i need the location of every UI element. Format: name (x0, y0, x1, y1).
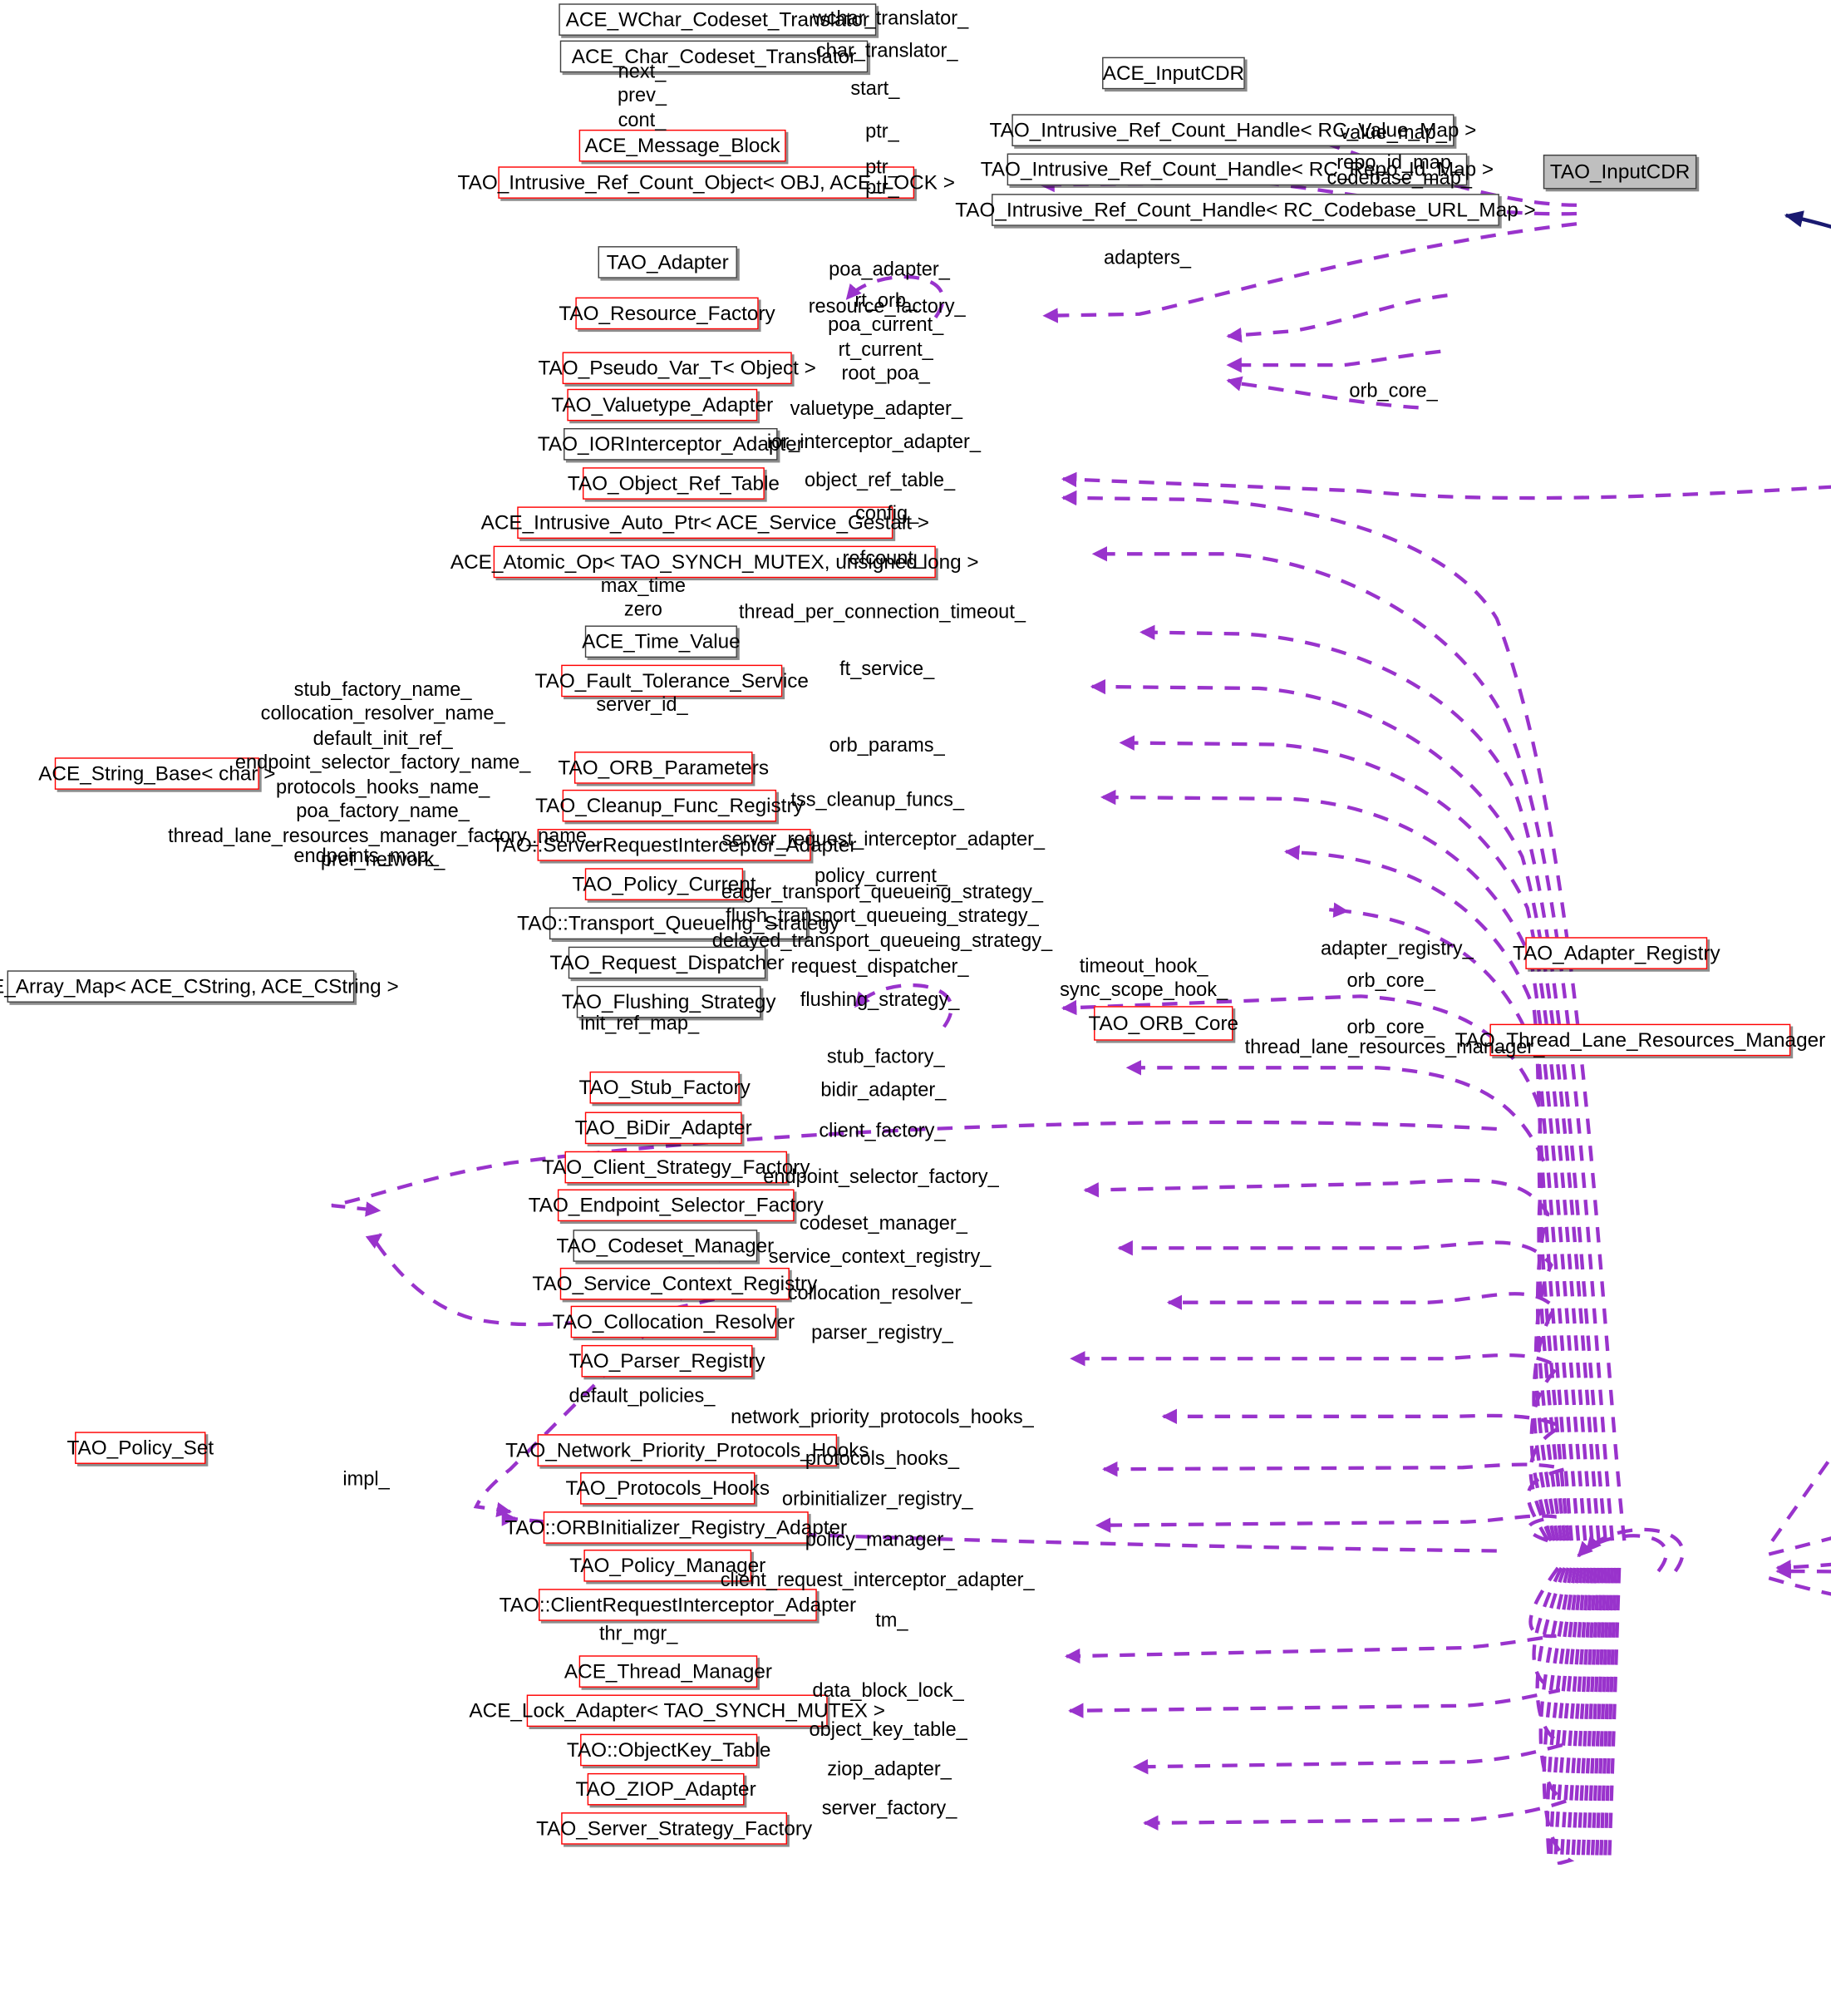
edge-label-default-policies: default_policies_ (568, 1385, 716, 1407)
node-tao-objectkey-table[interactable]: TAO::ObjectKey_Table (567, 1733, 770, 1767)
edge-label-request-dispatcher: request_dispatcher_ (790, 955, 969, 978)
node-tao-resource-factory[interactable]: TAO_Resource_Factory (559, 297, 775, 330)
edge-label-resource-factory: resource_factory_ (808, 295, 966, 318)
edge-label-codeset-manager: codeset_manager_ (799, 1212, 967, 1235)
edge-label-ptr-1: ptr_ (865, 121, 899, 143)
node-tao-irco-obj-ace-lock[interactable]: TAO_Intrusive_Ref_Count_Object< OBJ, ACE… (458, 166, 955, 199)
edge-label-client-factory: client_factory_ (819, 1120, 946, 1141)
node-tao-parser-registry[interactable]: TAO_Parser_Registry (569, 1344, 765, 1378)
edge-label-tss-cleanup-funcs: tss_cleanup_funcs_ (790, 789, 965, 811)
edge-label-ziop-adapter: ziop_adapter_ (827, 1758, 952, 1781)
node-ace-lock-adapter[interactable]: ACE_Lock_Adapter< TAO_SYNCH_MUTEX > (469, 1694, 885, 1728)
edge-label-timeout-sync-scope: timeout_hook_ sync_scope_hook_ (1060, 955, 1228, 1002)
node-tao-policy-set[interactable]: TAO_Policy_Set (66, 1432, 214, 1464)
node-tao-flushing-strategy[interactable]: TAO_Flushing_Strategy (562, 985, 776, 1018)
node-tao-ziop-adapter[interactable]: TAO_ZIOP_Adapter (576, 1772, 756, 1806)
node-ace-thread-manager[interactable]: ACE_Thread_Manager (564, 1655, 772, 1688)
edge-label-stub-factory: stub_factory_ (826, 1046, 945, 1068)
node-tao-client-strategy-factory[interactable]: TAO_Client_Strategy_Factory (542, 1151, 810, 1184)
edge-label-max-time-zero: max_time zero (600, 574, 687, 621)
edge-label-service-context-registry: service_context_registry_ (768, 1245, 992, 1268)
node-tao-endpoint-selector-factory[interactable]: TAO_Endpoint_Selector_Factory (529, 1189, 824, 1222)
edge-label-parser-registry: parser_registry_ (811, 1322, 953, 1344)
edge-label-ft-service: ft_service_ (839, 658, 935, 680)
edge-label-thr-mgr: thr_mgr_ (598, 1623, 678, 1645)
node-tao-adapter[interactable]: TAO_Adapter (598, 246, 737, 278)
edge-layer (331, 122, 1831, 1866)
node-tao-valuetype-adapter[interactable]: TAO_Valuetype_Adapter (551, 388, 773, 421)
node-ace-char-codeset-translator[interactable]: ACE_Char_Codeset_Translator (559, 40, 869, 73)
node-tao-irch-rc-value-map[interactable]: TAO_Intrusive_Ref_Count_Handle< RC_Value… (990, 114, 1476, 146)
node-tao-collocation-resolver[interactable]: TAO_Collocation_Resolver (553, 1305, 795, 1338)
edge-label-poa-adapter: poa_adapter_ (829, 259, 950, 281)
edge-label-orb-core-adapter-registry: orb_core_ (1346, 969, 1435, 992)
node-tao-fault-tolerance-service[interactable]: TAO_Fault_Tolerance_Service (535, 664, 809, 697)
edge-label-network-priority-protocols-hooks: network_priority_protocols_hooks_ (731, 1406, 1034, 1428)
node-ace-time-value[interactable]: ACE_Time_Value (582, 625, 741, 658)
edge-label-flushing-strategy: flushing_strategy_ (800, 988, 960, 1011)
node-tao-service-context-registry[interactable]: TAO_Service_Context_Registry (532, 1267, 817, 1300)
edge-label-thread-per-connection-timeout: thread_per_connection_timeout_ (738, 601, 1026, 624)
edge-label-orb-core-top: orb_core_ (1349, 380, 1438, 402)
node-tao-serverrequestinterceptor-adapter[interactable]: TAO::ServerRequestInterceptor_Adapter (492, 829, 857, 861)
node-tao-thread-lane-resources-manager[interactable]: TAO_Thread_Lane_Resources_Manager (1455, 1023, 1825, 1057)
edge-label-object-ref-table: object_ref_table_ (805, 469, 956, 491)
node-tao-clientrequestinterceptor-adapter[interactable]: TAO::ClientRequestInterceptor_Adapter (500, 1589, 856, 1621)
node-tao-iorinterceptor-adapter[interactable]: TAO_IORInterceptor_Adapter (538, 427, 804, 461)
edge-label-orbinitializer-registry: orbinitializer_registry_ (781, 1488, 973, 1511)
edge-label-policy-current: policy_current_ (814, 865, 948, 887)
node-ace-message-block[interactable]: ACE_Message_Block (578, 129, 786, 162)
edge-label-orb-core-thread-lane: orb_core_ (1346, 1016, 1435, 1038)
edge-label-impl: impl_ (342, 1468, 390, 1491)
edge-label-rt-orb-group: rt_orb_ poa_current_ rt_current_ root_po… (828, 290, 944, 385)
node-ace-string-base-char[interactable]: ACE_String_Base< char > (38, 757, 275, 790)
node-tao-bidir-adapter[interactable]: TAO_BiDir_Adapter (575, 1112, 752, 1145)
node-tao-adapter-registry[interactable]: TAO_Adapter_Registry (1513, 937, 1720, 969)
node-tao-cleanup-func-registry[interactable]: TAO_Cleanup_Func_Registry (535, 789, 804, 822)
node-tao-codeset-manager[interactable]: TAO_Codeset_Manager (556, 1230, 774, 1262)
edge-label-valuetype-adapter: valuetype_adapter_ (790, 397, 962, 420)
node-tao-object-ref-table[interactable]: TAO_Object_Ref_Table (568, 467, 780, 500)
node-ace-wchar-codeset-translator[interactable]: ACE_WChar_Codeset_Translator (559, 3, 877, 36)
node-tao-transport-queueing-strategy[interactable]: TAO::Transport_Queueing_Strategy (517, 907, 839, 940)
node-tao-orb-parameters[interactable]: TAO_ORB_Parameters (558, 752, 769, 784)
node-ace-atomic-op[interactable]: ACE_Atomic_Op< TAO_SYNCH_MUTEX, unsigned… (450, 545, 979, 579)
edge-label-orb-params: orb_params_ (829, 734, 945, 757)
edge-label-server-factory: server_factory_ (821, 1797, 957, 1820)
node-tao-server-strategy-factory[interactable]: TAO_Server_Strategy_Factory (536, 1812, 812, 1845)
edge-label-adapter-registry: adapter_registry_ (1321, 938, 1474, 960)
node-ace-intrusive-auto-ptr[interactable]: ACE_Intrusive_Auto_Ptr< ACE_Service_Gest… (481, 506, 929, 540)
edge-label-tm: tm_ (875, 1609, 908, 1632)
node-tao-irch-rc-codebase-url-map[interactable]: TAO_Intrusive_Ref_Count_Handle< RC_Codeb… (955, 194, 1536, 226)
edge-label-start: start_ (850, 78, 900, 100)
node-tao-policy-manager[interactable]: TAO_Policy_Manager (569, 1549, 765, 1582)
node-tao-pseudo-var-t-object[interactable]: TAO_Pseudo_Var_T< Object > (539, 352, 816, 385)
collaboration-diagram: ACE_WChar_Codeset_Translator ACE_Char_Co… (0, 0, 1831, 1866)
node-tao-stub-factory[interactable]: TAO_Stub_Factory (578, 1071, 751, 1104)
node-tao-protocols-hooks[interactable]: TAO_Protocols_Hooks (565, 1471, 770, 1505)
node-tao-request-dispatcher[interactable]: TAO_Request_Dispatcher (550, 946, 785, 979)
edge-label-adapters: adapters_ (1103, 247, 1191, 269)
node-tao-orb-core[interactable]: TAO_ORB_Core (1088, 1006, 1238, 1041)
node-tao-policy-current[interactable]: TAO_Policy_Current (572, 868, 756, 900)
node-tao-orbinitializer-registry-adapter[interactable]: TAO::ORBInitializer_Registry_Adapter (505, 1511, 847, 1544)
node-tao-network-priority-protocols-hooks[interactable]: TAO_Network_Priority_Protocols_Hooks (505, 1434, 869, 1466)
edge-label-bidir-adapter: bidir_adapter_ (820, 1079, 947, 1102)
node-ace-inputcdr[interactable]: ACE_InputCDR (1102, 57, 1245, 90)
node-ace-array-map[interactable]: ACE_Array_Map< ACE_CString, ACE_CString … (0, 970, 399, 1003)
node-tao-irch-rc-repo-id-map[interactable]: TAO_Intrusive_Ref_Count_Handle< RC_Repo_… (981, 153, 1494, 186)
edge-label-endpoints-map: endpoints_map_ (293, 845, 439, 867)
node-tao-inputcdr[interactable]: TAO_InputCDR (1543, 154, 1697, 190)
